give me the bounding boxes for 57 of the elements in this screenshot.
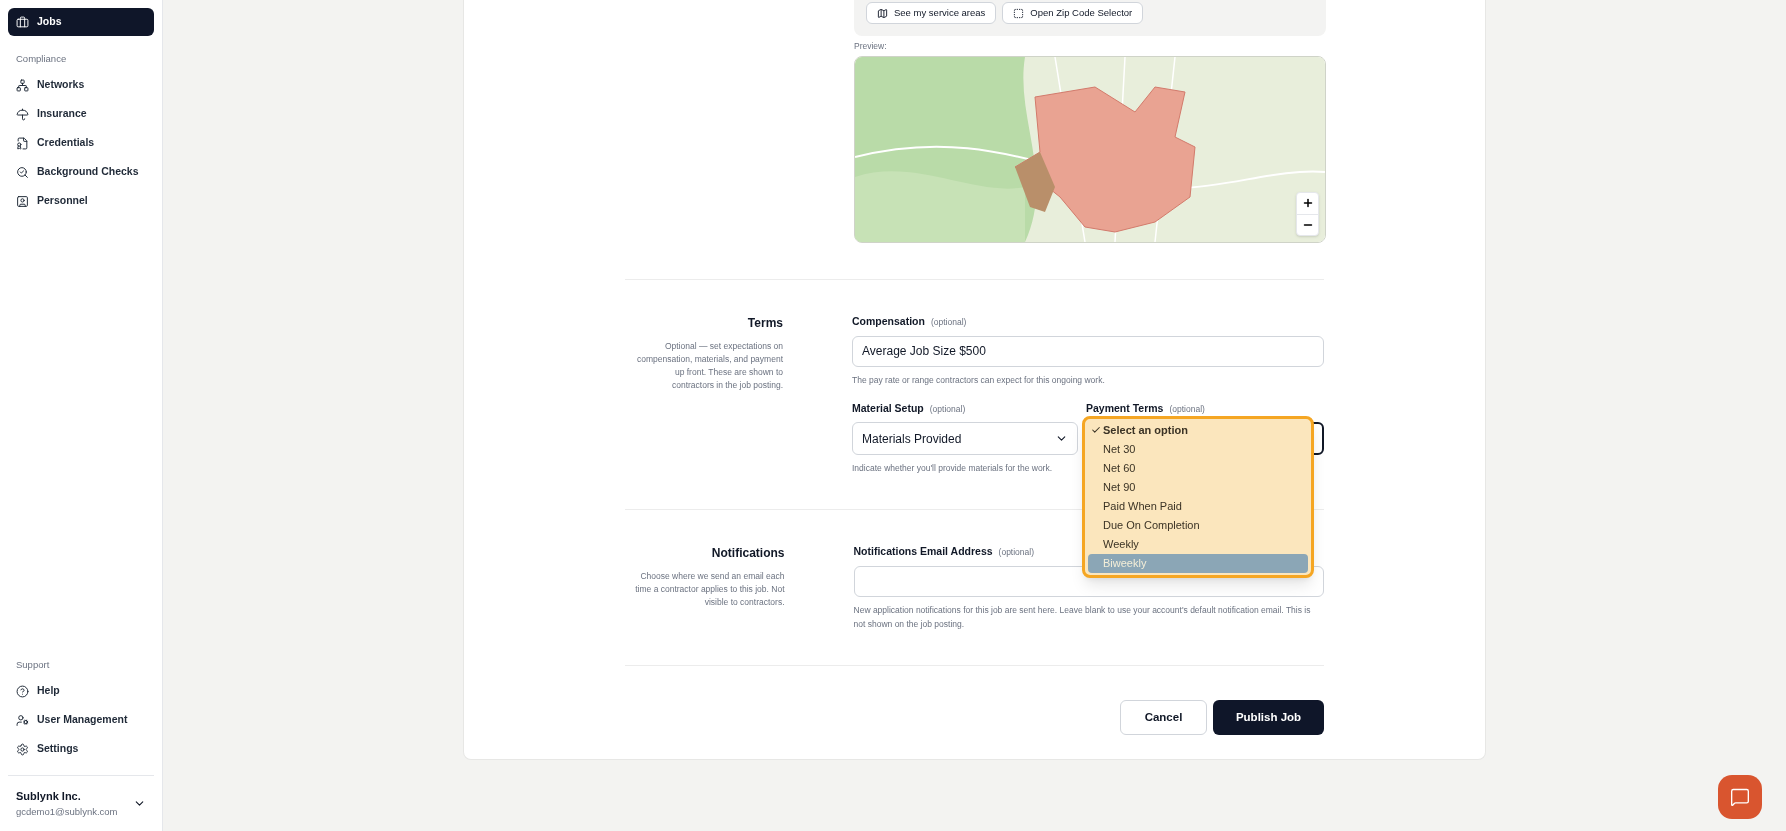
person-card-icon bbox=[16, 194, 29, 208]
dropdown-option[interactable]: Weekly bbox=[1088, 534, 1308, 554]
field-label: Payment Terms bbox=[1086, 400, 1164, 416]
sidebar-item[interactable]: Insurance bbox=[8, 100, 154, 129]
preview-label: Preview: bbox=[854, 40, 888, 53]
dropdown-option[interactable]: Net 90 bbox=[1088, 477, 1308, 497]
section-description: Choose where we send an email each time a contractor applies to this job. Not visible to contractors. bbox=[634, 570, 785, 610]
optional-hint: (optional) bbox=[1169, 402, 1205, 416]
cancel-button[interactable]: Cancel bbox=[1120, 700, 1207, 735]
account-name: Sublynk Inc. bbox=[16, 789, 82, 805]
sidebar-item[interactable]: Settings bbox=[8, 735, 154, 764]
chat-bubble-icon bbox=[1730, 787, 1750, 807]
dropdown-option[interactable]: Net 30 bbox=[1088, 439, 1308, 459]
compensation-input[interactable]: Average Job Size $500 bbox=[852, 335, 1324, 367]
sidebar-item[interactable]: Networks bbox=[8, 71, 154, 100]
chat-button[interactable] bbox=[1718, 775, 1762, 819]
service-area-button[interactable]: Open Zip Code Selector bbox=[1002, 2, 1144, 24]
selector-icon bbox=[1013, 7, 1025, 19]
field-label: Compensation bbox=[852, 313, 925, 329]
help-text: New application notifications for this job are sent here. Leave blank to use your account's default notification email. This is not shown on the job posting. bbox=[853, 604, 1312, 631]
material-select[interactable]: Materials Provided bbox=[852, 422, 1078, 456]
optional-hint: (optional) bbox=[929, 402, 966, 416]
service-area-button[interactable]: See my service areas bbox=[866, 2, 997, 24]
account-switcher[interactable]: Sublynk Inc. gcdemo1@sublynk.com bbox=[8, 775, 154, 819]
optional-hint: (optional) bbox=[998, 546, 1034, 559]
document-icon bbox=[16, 136, 29, 150]
plus-icon bbox=[1301, 197, 1314, 210]
umbrella-icon bbox=[16, 107, 29, 121]
sidebar-item[interactable]: Credentials bbox=[8, 129, 154, 158]
briefcase-icon bbox=[16, 15, 29, 29]
dropdown-option[interactable]: Select an option bbox=[1088, 420, 1308, 440]
dropdown-option[interactable]: Net 60 bbox=[1088, 458, 1308, 478]
sidebar-item[interactable]: Jobs bbox=[8, 8, 154, 36]
help-text: The pay rate or range contractors can expect for this ongoing work. bbox=[852, 373, 1106, 387]
map-icon bbox=[877, 7, 888, 19]
settings-icon bbox=[16, 742, 29, 756]
search-check-icon bbox=[16, 165, 29, 179]
section-heading: Support bbox=[15, 658, 51, 672]
dropdown-option[interactable]: Paid When Paid bbox=[1088, 496, 1308, 516]
account-email: gcdemo1@sublynk.com bbox=[16, 804, 118, 819]
help-icon bbox=[16, 684, 29, 698]
sidebar-item[interactable]: User Management bbox=[8, 706, 154, 735]
network-icon bbox=[16, 78, 29, 92]
help-text: Indicate whether you'll provide materials for the work. bbox=[852, 462, 1054, 476]
section-title: Terms bbox=[747, 314, 783, 332]
sidebar-item[interactable]: Personnel bbox=[8, 187, 154, 216]
sidebar-item[interactable]: Help bbox=[8, 677, 154, 706]
field-label: Material Setup bbox=[852, 400, 924, 416]
section-description: Optional — set expectations on compensation, materials, and payment up front. These are shown to contractors in the job posting. bbox=[636, 339, 783, 392]
sidebar-item[interactable]: Background Checks bbox=[8, 158, 154, 187]
dropdown-option[interactable]: Due On Completion bbox=[1088, 515, 1308, 535]
optional-hint: (optional) bbox=[930, 315, 967, 329]
section-title: Notifications bbox=[711, 545, 785, 563]
user-gear-icon bbox=[16, 713, 29, 727]
field-label: Notifications Email Address bbox=[853, 544, 993, 560]
publish-job-button[interactable]: Publish Job bbox=[1213, 700, 1324, 735]
section-heading: Compliance bbox=[15, 52, 68, 66]
